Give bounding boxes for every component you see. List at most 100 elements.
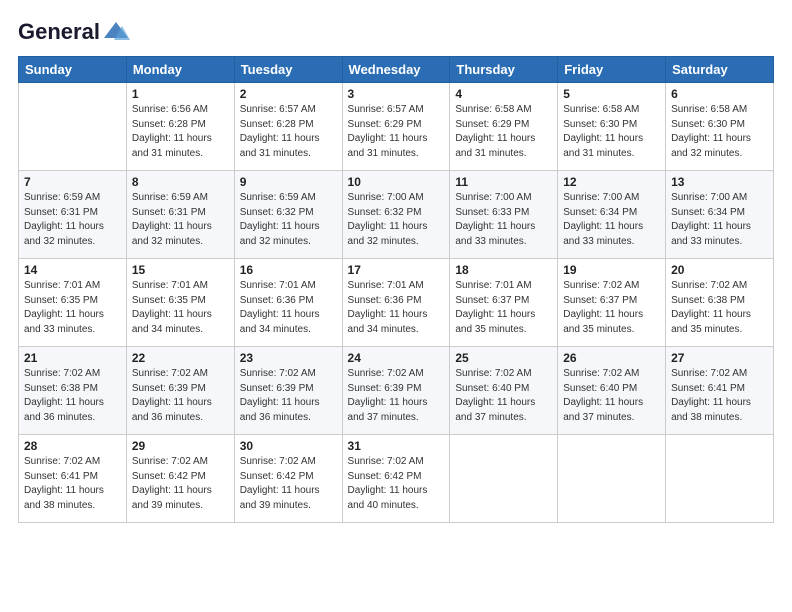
day-number: 10	[348, 175, 445, 189]
day-number: 30	[240, 439, 337, 453]
calendar-cell: 6 Sunrise: 6:58 AMSunset: 6:30 PMDaylight…	[666, 83, 774, 171]
calendar-week-4: 21Sunrise: 7:02 AMSunset: 6:38 PMDayligh…	[19, 347, 774, 435]
cell-info: Sunrise: 7:00 AMSunset: 6:34 PMDaylight:…	[671, 191, 768, 249]
calendar-cell: 25 Sunrise: 7:02 AMSunset: 6:40 PMDayligh…	[450, 347, 558, 435]
cell-info: Sunrise: 6:57 AMSunset: 6:28 PMDaylight:…	[240, 103, 337, 161]
cell-info: Sunrise: 7:02 AMSunset: 6:41 PMDaylight:…	[24, 455, 121, 513]
weekday-header-friday: Friday	[558, 57, 666, 83]
calendar-cell	[19, 83, 127, 171]
cell-info: Sunrise: 7:02 AMSunset: 6:42 PMDaylight:…	[132, 455, 229, 513]
calendar-cell: 15Sunrise: 7:01 AMSunset: 6:35 PMDayligh…	[126, 259, 234, 347]
day-number: 6	[671, 87, 768, 101]
cell-info: Sunrise: 7:01 AMSunset: 6:36 PMDaylight:…	[348, 279, 445, 337]
day-number: 7	[24, 175, 121, 189]
calendar-week-3: 14Sunrise: 7:01 AMSunset: 6:35 PMDayligh…	[19, 259, 774, 347]
page: General SundayMondayTuesdayWednesdayThur…	[0, 0, 792, 612]
day-number: 15	[132, 263, 229, 277]
day-number: 31	[348, 439, 445, 453]
calendar-cell: 4 Sunrise: 6:58 AMSunset: 6:29 PMDaylight…	[450, 83, 558, 171]
day-number: 1	[132, 87, 229, 101]
day-number: 3	[348, 87, 445, 101]
calendar-cell: 7 Sunrise: 6:59 AMSunset: 6:31 PMDaylight…	[19, 171, 127, 259]
cell-info: Sunrise: 6:58 AMSunset: 6:30 PMDaylight:…	[671, 103, 768, 161]
cell-info: Sunrise: 7:02 AMSunset: 6:38 PMDaylight:…	[671, 279, 768, 337]
logo: General	[18, 18, 130, 46]
logo-icon	[102, 18, 130, 46]
cell-info: Sunrise: 7:02 AMSunset: 6:39 PMDaylight:…	[348, 367, 445, 425]
calendar-cell: 18 Sunrise: 7:01 AMSunset: 6:37 PMDayligh…	[450, 259, 558, 347]
calendar-week-1: 1Sunrise: 6:56 AMSunset: 6:28 PMDaylight…	[19, 83, 774, 171]
calendar-cell: 29 Sunrise: 7:02 AMSunset: 6:42 PMDayligh…	[126, 435, 234, 523]
calendar-cell	[450, 435, 558, 523]
cell-info: Sunrise: 7:01 AMSunset: 6:35 PMDaylight:…	[24, 279, 121, 337]
day-number: 16	[240, 263, 337, 277]
day-number: 21	[24, 351, 121, 365]
calendar-cell: 27Sunrise: 7:02 AMSunset: 6:41 PMDayligh…	[666, 347, 774, 435]
calendar-cell	[666, 435, 774, 523]
calendar-cell: 8Sunrise: 6:59 AMSunset: 6:31 PMDaylight…	[126, 171, 234, 259]
calendar-cell: 19 Sunrise: 7:02 AMSunset: 6:37 PMDayligh…	[558, 259, 666, 347]
cell-info: Sunrise: 7:02 AMSunset: 6:39 PMDaylight:…	[132, 367, 229, 425]
calendar-cell: 16 Sunrise: 7:01 AMSunset: 6:36 PMDayligh…	[234, 259, 342, 347]
cell-info: Sunrise: 7:01 AMSunset: 6:37 PMDaylight:…	[455, 279, 552, 337]
cell-info: Sunrise: 7:02 AMSunset: 6:41 PMDaylight:…	[671, 367, 768, 425]
cell-info: Sunrise: 6:58 AMSunset: 6:30 PMDaylight:…	[563, 103, 660, 161]
day-number: 26	[563, 351, 660, 365]
cell-info: Sunrise: 7:00 AMSunset: 6:33 PMDaylight:…	[455, 191, 552, 249]
calendar-cell: 30Sunrise: 7:02 AMSunset: 6:42 PMDayligh…	[234, 435, 342, 523]
weekday-header-tuesday: Tuesday	[234, 57, 342, 83]
weekday-header-saturday: Saturday	[666, 57, 774, 83]
day-number: 2	[240, 87, 337, 101]
calendar-week-5: 28 Sunrise: 7:02 AMSunset: 6:41 PMDayligh…	[19, 435, 774, 523]
cell-info: Sunrise: 7:02 AMSunset: 6:40 PMDaylight:…	[563, 367, 660, 425]
calendar-cell: 31 Sunrise: 7:02 AMSunset: 6:42 PMDayligh…	[342, 435, 450, 523]
cell-info: Sunrise: 7:00 AMSunset: 6:34 PMDaylight:…	[563, 191, 660, 249]
cell-info: Sunrise: 7:02 AMSunset: 6:42 PMDaylight:…	[348, 455, 445, 513]
day-number: 18	[455, 263, 552, 277]
cell-info: Sunrise: 6:58 AMSunset: 6:29 PMDaylight:…	[455, 103, 552, 161]
day-number: 17	[348, 263, 445, 277]
day-number: 19	[563, 263, 660, 277]
calendar-cell: 2 Sunrise: 6:57 AMSunset: 6:28 PMDaylight…	[234, 83, 342, 171]
weekday-header-row: SundayMondayTuesdayWednesdayThursdayFrid…	[19, 57, 774, 83]
day-number: 4	[455, 87, 552, 101]
cell-info: Sunrise: 6:59 AMSunset: 6:32 PMDaylight:…	[240, 191, 337, 249]
day-number: 23	[240, 351, 337, 365]
calendar-table: SundayMondayTuesdayWednesdayThursdayFrid…	[18, 56, 774, 523]
calendar-cell: 23 Sunrise: 7:02 AMSunset: 6:39 PMDayligh…	[234, 347, 342, 435]
day-number: 5	[563, 87, 660, 101]
calendar-cell	[558, 435, 666, 523]
cell-info: Sunrise: 7:02 AMSunset: 6:39 PMDaylight:…	[240, 367, 337, 425]
cell-info: Sunrise: 6:57 AMSunset: 6:29 PMDaylight:…	[348, 103, 445, 161]
day-number: 28	[24, 439, 121, 453]
cell-info: Sunrise: 7:00 AMSunset: 6:32 PMDaylight:…	[348, 191, 445, 249]
cell-info: Sunrise: 7:01 AMSunset: 6:36 PMDaylight:…	[240, 279, 337, 337]
day-number: 9	[240, 175, 337, 189]
calendar-cell: 11Sunrise: 7:00 AMSunset: 6:33 PMDayligh…	[450, 171, 558, 259]
calendar-cell: 3 Sunrise: 6:57 AMSunset: 6:29 PMDaylight…	[342, 83, 450, 171]
calendar-cell: 13 Sunrise: 7:00 AMSunset: 6:34 PMDayligh…	[666, 171, 774, 259]
day-number: 12	[563, 175, 660, 189]
weekday-header-thursday: Thursday	[450, 57, 558, 83]
calendar-cell: 21Sunrise: 7:02 AMSunset: 6:38 PMDayligh…	[19, 347, 127, 435]
day-number: 13	[671, 175, 768, 189]
cell-info: Sunrise: 7:02 AMSunset: 6:37 PMDaylight:…	[563, 279, 660, 337]
cell-info: Sunrise: 6:59 AMSunset: 6:31 PMDaylight:…	[24, 191, 121, 249]
cell-info: Sunrise: 7:02 AMSunset: 6:40 PMDaylight:…	[455, 367, 552, 425]
day-number: 24	[348, 351, 445, 365]
day-number: 25	[455, 351, 552, 365]
calendar-week-2: 7 Sunrise: 6:59 AMSunset: 6:31 PMDaylight…	[19, 171, 774, 259]
calendar-cell: 9 Sunrise: 6:59 AMSunset: 6:32 PMDaylight…	[234, 171, 342, 259]
calendar-cell: 24 Sunrise: 7:02 AMSunset: 6:39 PMDayligh…	[342, 347, 450, 435]
cell-info: Sunrise: 6:59 AMSunset: 6:31 PMDaylight:…	[132, 191, 229, 249]
weekday-header-monday: Monday	[126, 57, 234, 83]
calendar-cell: 22 Sunrise: 7:02 AMSunset: 6:39 PMDayligh…	[126, 347, 234, 435]
day-number: 29	[132, 439, 229, 453]
weekday-header-sunday: Sunday	[19, 57, 127, 83]
calendar-cell: 17 Sunrise: 7:01 AMSunset: 6:36 PMDayligh…	[342, 259, 450, 347]
day-number: 22	[132, 351, 229, 365]
calendar-cell: 14Sunrise: 7:01 AMSunset: 6:35 PMDayligh…	[19, 259, 127, 347]
calendar-cell: 1Sunrise: 6:56 AMSunset: 6:28 PMDaylight…	[126, 83, 234, 171]
calendar-cell: 20Sunrise: 7:02 AMSunset: 6:38 PMDayligh…	[666, 259, 774, 347]
calendar-cell: 5 Sunrise: 6:58 AMSunset: 6:30 PMDaylight…	[558, 83, 666, 171]
